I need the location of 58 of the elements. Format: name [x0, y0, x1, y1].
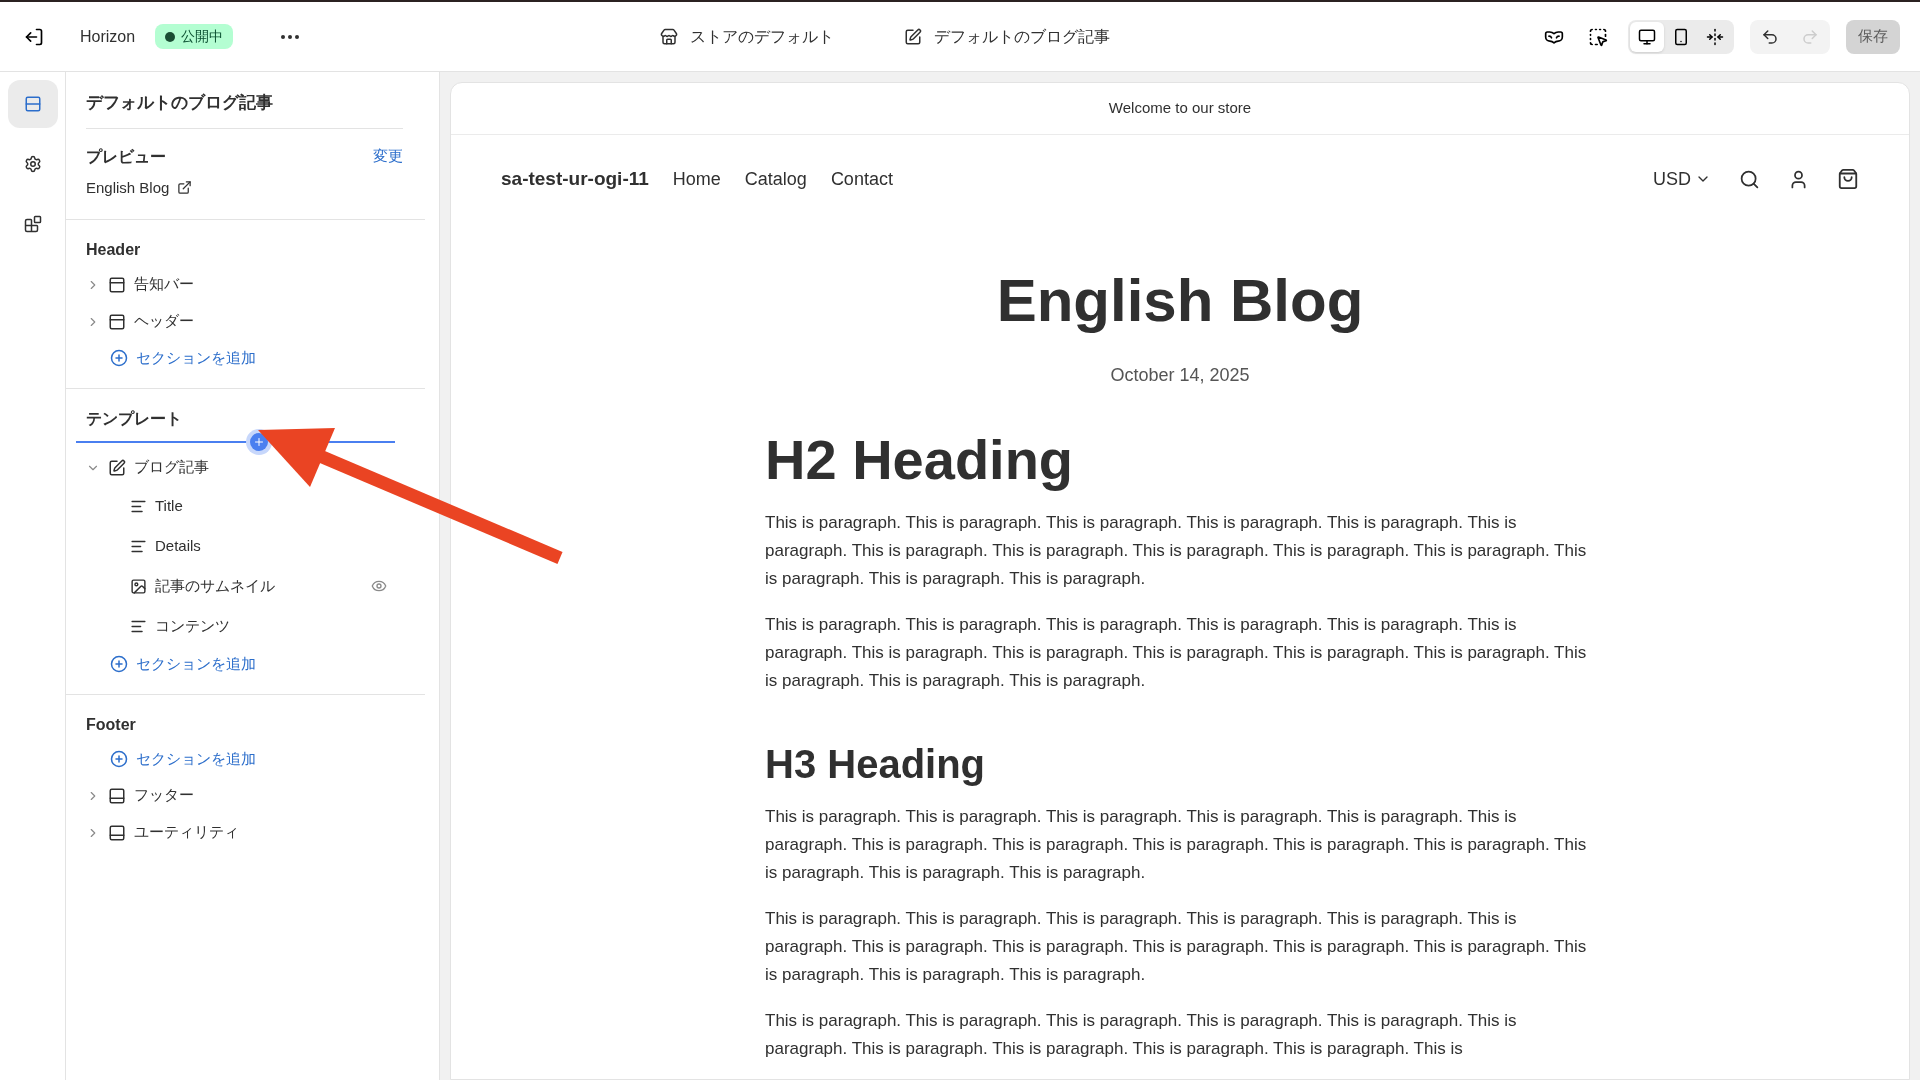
- section-item[interactable]: 告知バー: [86, 266, 194, 303]
- preview-page-link[interactable]: English Blog: [86, 176, 193, 199]
- more-icon: [281, 34, 300, 39]
- paragraph: This is paragraph. This is paragraph. This is paragraph. This is paragraph. This is paragraph. This is paragraph. This is paragraph. This is paragraph. This is paragraph. This is paragraph. This is paragraph. This is paragraph. This is paragraph. This is paragraph.: [765, 512, 1588, 590]
- section-item[interactable]: ブログ記事: [86, 449, 209, 486]
- section-item[interactable]: ヘッダー: [86, 303, 194, 340]
- paragraph: This is paragraph. This is paragraph. This is paragraph. This is paragraph. This is paragraph. This is paragraph. This is paragraph. This is paragraph. This is paragraph. This is paragraph. This is: [765, 1010, 1518, 1060]
- post-date: October 14, 2025: [1109, 364, 1251, 387]
- desktop-icon[interactable]: [1630, 21, 1664, 52]
- block-item[interactable]: Title: [86, 486, 183, 526]
- nav-link[interactable]: Catalog: [744, 165, 807, 193]
- heading: H2 Heading: [765, 427, 1075, 493]
- edit-icon: [904, 27, 922, 46]
- blog-title: English Blog: [995, 266, 1365, 336]
- plus-circle-icon: [110, 655, 128, 673]
- block-item[interactable]: コンテンツ: [86, 606, 230, 646]
- panel-bottom-icon: [108, 823, 126, 842]
- plus-circle-icon: [110, 750, 128, 768]
- theme-name: Horizon: [80, 26, 136, 47]
- section-item[interactable]: フッター: [86, 777, 194, 814]
- bag-icon[interactable]: [1837, 168, 1859, 190]
- panel-bottom-icon: [108, 786, 126, 805]
- context-selector[interactable]: デフォルトのブログ記事: [904, 24, 1110, 49]
- currency-selector[interactable]: USD: [1653, 165, 1711, 193]
- redo-icon: [1801, 27, 1819, 46]
- plus-circle-icon: [110, 349, 128, 367]
- block-item[interactable]: Details: [86, 526, 201, 566]
- eye-icon[interactable]: [371, 578, 387, 594]
- add-section-link[interactable]: セクションを追加: [86, 646, 256, 682]
- external-link-icon: [177, 180, 193, 196]
- group-title: Header: [86, 240, 142, 260]
- image-icon: [130, 577, 147, 595]
- paragraph: This is paragraph. This is paragraph. This is paragraph. This is paragraph. This is paragraph. This is paragraph. This is paragraph. This is paragraph. This is paragraph. This is paragraph. This is paragraph. This is paragraph. This is paragraph. This is paragraph.: [765, 908, 1588, 986]
- sidebar-title: デフォルトのブログ記事: [86, 72, 403, 129]
- store-icon: [660, 27, 678, 46]
- add-section-link[interactable]: セクションを追加: [86, 340, 256, 376]
- context-selector[interactable]: ストアのデフォルト: [660, 24, 834, 49]
- heading: H3 Heading: [765, 741, 987, 788]
- preview-label: プレビュー: [86, 146, 166, 167]
- group-title: テンプレート: [86, 409, 183, 429]
- nav-link[interactable]: Contact: [830, 165, 893, 193]
- edit-icon: [108, 458, 126, 477]
- group-title: Footer: [86, 715, 137, 735]
- add-section-link[interactable]: セクションを追加: [86, 741, 256, 777]
- change-link[interactable]: 変更: [373, 145, 403, 168]
- section-item[interactable]: ユーティリティ: [86, 814, 239, 851]
- announcement-bar: Welcome to our store: [451, 83, 1909, 135]
- paragraph: This is paragraph. This is paragraph. This is paragraph. This is paragraph. This is paragraph. This is paragraph. This is paragraph. This is paragraph. This is paragraph. This is paragraph. This is paragraph. This is paragraph. This is paragraph. This is paragraph.: [765, 614, 1588, 692]
- panel-top-icon: [108, 312, 126, 331]
- paragraph: This is paragraph. This is paragraph. This is paragraph. This is paragraph. This is paragraph. This is paragraph. This is paragraph. This is paragraph. This is paragraph. This is paragraph. This is paragraph. This is paragraph. This is paragraph. This is paragraph.: [765, 806, 1588, 884]
- search-icon[interactable]: [1739, 168, 1760, 190]
- nav-link[interactable]: Home: [672, 165, 721, 193]
- store-name: sa-test-ur-ogi-11: [501, 166, 649, 191]
- status-badge: 公開中: [155, 24, 234, 49]
- block-item[interactable]: 記事のサムネイル: [86, 566, 275, 606]
- panel-top-icon: [108, 275, 126, 294]
- undo-icon: [1761, 27, 1779, 46]
- sections-icon[interactable]: [7, 80, 58, 128]
